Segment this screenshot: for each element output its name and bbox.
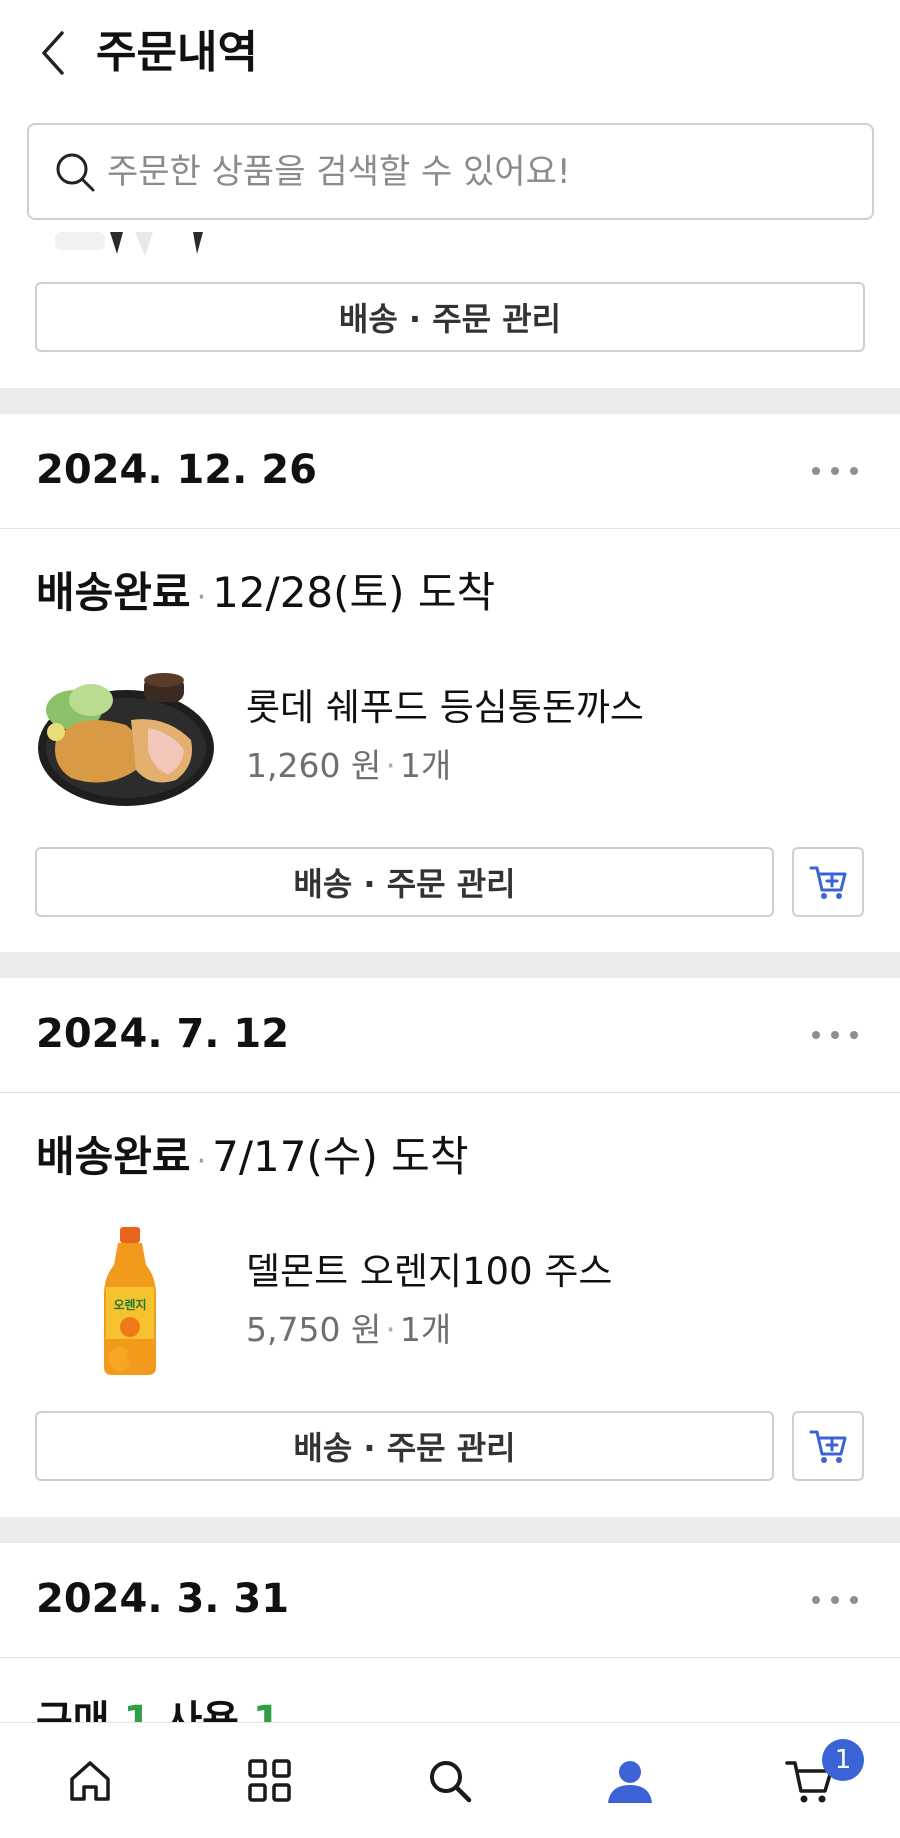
delivery-status: 배송완료 · 7/17(수) 도착: [36, 1127, 468, 1187]
bottle-label-text: 오렌지: [113, 1297, 146, 1312]
orange-juice-bottle-image[interactable]: 오렌지: [100, 1225, 160, 1377]
nav-category-button[interactable]: [240, 1751, 300, 1811]
add-to-cart-button[interactable]: [792, 847, 864, 917]
product-name[interactable]: 롯데 쉐푸드 등심통돈까스: [246, 682, 644, 734]
cart-add-icon: [809, 1430, 847, 1463]
chevron-left-icon: [42, 31, 64, 75]
order-search-box[interactable]: [27, 123, 874, 220]
price-quantity: 1,260 원 · 1개: [246, 744, 451, 788]
category-grid-icon: [248, 1759, 291, 1802]
product-name[interactable]: 델몬트 오렌지100 주스: [246, 1246, 612, 1298]
section-divider: [0, 952, 900, 978]
separator-dot: ·: [196, 580, 207, 615]
separator-dot: ·: [196, 1144, 207, 1179]
cart-add-icon: [809, 866, 847, 899]
order-date: 2024. 12. 26: [36, 447, 317, 493]
section-divider: [0, 388, 900, 414]
divider: [0, 1657, 900, 1658]
price: 5,750 원: [246, 1310, 382, 1349]
more-options-icon[interactable]: [812, 1590, 858, 1610]
price-quantity: 5,750 원 · 1개: [246, 1308, 451, 1352]
search-input[interactable]: [107, 151, 847, 192]
arrival-date: 12/28(토) 도착: [212, 568, 496, 617]
order-manage-button[interactable]: 배송 · 주문 관리: [35, 847, 774, 917]
cart-count-badge: 1: [822, 1739, 864, 1781]
quantity: 1개: [399, 1310, 452, 1349]
separator-dot: ·: [385, 746, 396, 785]
nav-search-button[interactable]: [420, 1751, 480, 1811]
product-image-peek: [55, 232, 203, 256]
divider: [0, 528, 900, 529]
back-button[interactable]: [30, 24, 74, 82]
search-icon: [430, 1761, 472, 1803]
nav-my-page-button[interactable]: [600, 1751, 660, 1811]
section-divider: [0, 1517, 900, 1543]
pork-cutlet-image[interactable]: [36, 670, 216, 810]
price: 1,260 원: [246, 746, 382, 785]
app-header: 주문내역: [0, 0, 900, 110]
order-date: 2024. 7. 12: [36, 1011, 290, 1057]
home-icon: [70, 1761, 110, 1801]
search-icon: [56, 153, 95, 191]
more-options-icon[interactable]: [812, 461, 858, 481]
divider: [0, 1092, 900, 1093]
order-manage-button[interactable]: 배송 · 주문 관리: [35, 282, 865, 352]
my-page-icon: [608, 1761, 652, 1803]
add-to-cart-button[interactable]: [792, 1411, 864, 1481]
status-label: 배송완료: [36, 568, 191, 617]
order-manage-button[interactable]: 배송 · 주문 관리: [35, 1411, 774, 1481]
more-options-icon[interactable]: [812, 1025, 858, 1045]
bottom-navigation: 1: [0, 1722, 900, 1838]
order-date: 2024. 3. 31: [36, 1576, 290, 1622]
status-label: 배송완료: [36, 1132, 191, 1181]
page-title: 주문내역: [96, 27, 258, 78]
arrival-date: 7/17(수) 도착: [212, 1132, 469, 1181]
quantity: 1개: [399, 746, 452, 785]
separator-dot: ·: [385, 1310, 396, 1349]
delivery-status: 배송완료 · 12/28(토) 도착: [36, 563, 495, 623]
nav-home-button[interactable]: [60, 1751, 120, 1811]
